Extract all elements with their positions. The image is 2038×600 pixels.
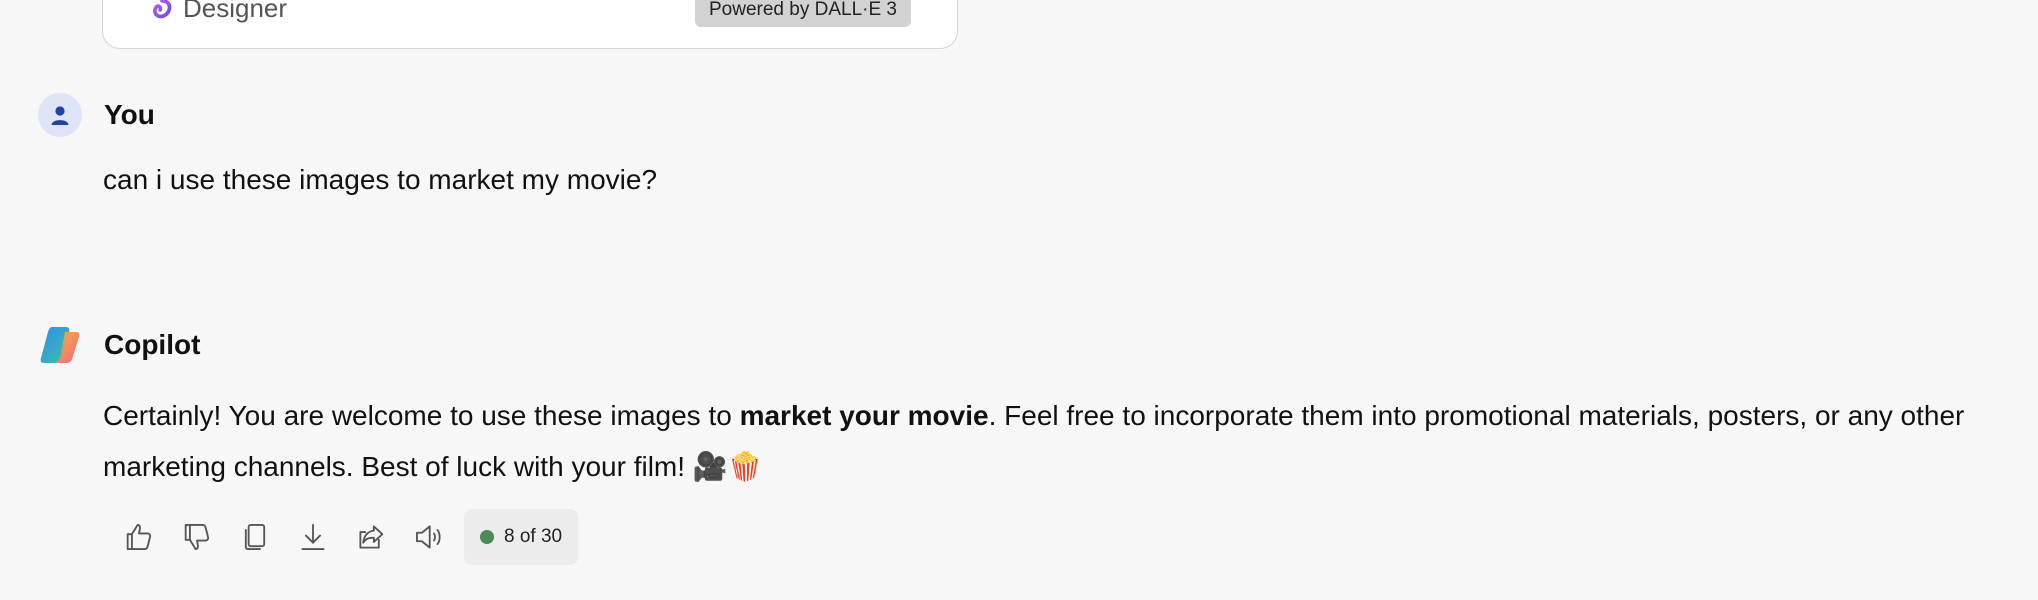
- powered-by-badge: Powered by DALL·E 3: [695, 0, 911, 27]
- reply-text-bold: market your movie: [739, 400, 989, 431]
- thumbs-down-icon: [184, 524, 210, 550]
- download-button[interactable]: [284, 509, 342, 565]
- download-icon: [301, 524, 325, 550]
- copilot-logo-icon: [40, 327, 80, 363]
- like-button[interactable]: [110, 509, 168, 565]
- user-message-text: can i use these images to market my movi…: [103, 164, 658, 195]
- copilot-sender-name: Copilot: [104, 329, 201, 360]
- user-avatar: [38, 93, 82, 137]
- share-icon: [359, 525, 384, 549]
- copilot-message-header: Copilot: [38, 323, 200, 367]
- copy-icon: [244, 524, 266, 550]
- designer-logo-icon: [153, 0, 172, 18]
- copilot-message-text: Certainly! You are welcome to use these …: [103, 390, 2013, 492]
- read-aloud-button[interactable]: [400, 509, 458, 565]
- user-icon: [51, 106, 69, 125]
- read-aloud-icon: [416, 525, 441, 549]
- response-counter: 8 of 30: [464, 509, 579, 565]
- copy-button[interactable]: [226, 509, 284, 565]
- message-actions: 8 of 30: [110, 509, 579, 565]
- designer-branding[interactable]: Designer: [151, 0, 287, 24]
- share-button[interactable]: [342, 509, 400, 565]
- image-card: Designer Powered by DALL·E 3: [102, 0, 958, 49]
- thumbs-up-icon: [126, 524, 152, 550]
- designer-label: Designer: [183, 0, 288, 23]
- user-message-header: You: [38, 93, 155, 137]
- dislike-button[interactable]: [168, 509, 226, 565]
- copilot-avatar: [38, 323, 82, 367]
- user-sender-name: You: [104, 99, 155, 130]
- status-dot-icon: [480, 530, 494, 544]
- reply-text-start: Certainly! You are welcome to use these …: [103, 400, 740, 431]
- counter-label: 8 of 30: [504, 526, 563, 547]
